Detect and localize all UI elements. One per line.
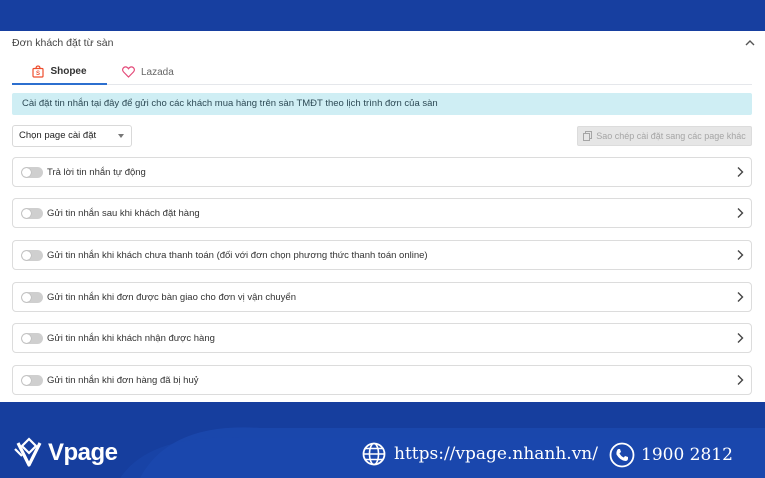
page-select-dropdown[interactable]: Chọn page cài đặt xyxy=(12,125,132,147)
chevron-right-icon[interactable] xyxy=(736,332,744,344)
info-banner: Cài đặt tin nhắn tại đây để gửi cho các … xyxy=(12,93,752,115)
chevron-right-icon[interactable] xyxy=(736,374,744,386)
chevron-right-icon[interactable] xyxy=(736,207,744,219)
vpage-brand: Vpage xyxy=(14,437,118,469)
section-title: Đơn khách đặt từ sàn xyxy=(12,37,114,49)
svg-text:S: S xyxy=(36,71,40,77)
toggle-knob xyxy=(22,293,31,302)
copy-settings-button[interactable]: Sao chép cài đặt sang các page khác xyxy=(577,126,752,146)
website-link[interactable]: https://vpage.nhanh.vn/ xyxy=(362,442,598,466)
toggle-knob xyxy=(22,251,31,260)
setting-label: Gửi tin nhắn khi khách nhận được hàng xyxy=(47,333,215,344)
setting-row-after-order[interactable]: Gửi tin nhắn sau khi khách đặt hàng xyxy=(12,198,752,228)
toggle-knob xyxy=(22,209,31,218)
tab-lazada[interactable]: Lazada xyxy=(122,59,192,85)
section-header[interactable]: Đơn khách đặt từ sàn xyxy=(12,36,757,54)
tab-shopee[interactable]: S Shopee xyxy=(12,59,107,85)
toggle-switch[interactable] xyxy=(21,375,43,386)
brand-name: Vpage xyxy=(48,439,118,466)
vpage-logo-icon xyxy=(14,437,42,467)
chevron-right-icon[interactable] xyxy=(736,291,744,303)
copy-settings-label: Sao chép cài đặt sang các page khác xyxy=(596,131,746,141)
settings-panel: Đơn khách đặt từ sàn S Shopee Lazada Cài… xyxy=(0,31,765,402)
toggle-switch[interactable] xyxy=(21,250,43,261)
setting-label: Gửi tin nhắn sau khi khách đặt hàng xyxy=(47,208,200,219)
setting-row-auto-reply[interactable]: Trả lời tin nhắn tự động xyxy=(12,157,752,187)
toggle-knob xyxy=(22,168,31,177)
setting-label: Gửi tin nhắn khi đơn được bàn giao cho đ… xyxy=(47,292,296,303)
setting-row-delivered[interactable]: Gửi tin nhắn khi khách nhận được hàng xyxy=(12,323,752,353)
tab-lazada-label: Lazada xyxy=(141,66,174,78)
caret-down-icon xyxy=(118,134,124,138)
hotline[interactable]: 1900 2812 xyxy=(609,442,733,468)
chevron-up-icon[interactable] xyxy=(743,36,757,50)
top-brand-band xyxy=(0,0,765,31)
setting-label: Gửi tin nhắn khi khách chưa thanh toán (… xyxy=(47,250,428,261)
setting-row-cancelled[interactable]: Gửi tin nhắn khi đơn hàng đã bị huỷ xyxy=(12,365,752,395)
marketplace-tabs: S Shopee Lazada xyxy=(12,59,752,85)
toggle-knob xyxy=(22,334,31,343)
toggle-switch[interactable] xyxy=(21,333,43,344)
phone-number: 1900 2812 xyxy=(641,445,733,465)
website-url: https://vpage.nhanh.vn/ xyxy=(394,444,598,464)
setting-row-unpaid[interactable]: Gửi tin nhắn khi khách chưa thanh toán (… xyxy=(12,240,752,270)
setting-label: Trả lời tin nhắn tự động xyxy=(47,167,146,178)
toggle-switch[interactable] xyxy=(21,292,43,303)
toggle-switch[interactable] xyxy=(21,167,43,178)
setting-label: Gửi tin nhắn khi đơn hàng đã bị huỷ xyxy=(47,375,199,386)
shopee-bag-icon: S xyxy=(32,64,45,78)
toggle-switch[interactable] xyxy=(21,208,43,219)
chevron-right-icon[interactable] xyxy=(736,249,744,261)
copy-icon xyxy=(583,131,593,141)
tab-shopee-label: Shopee xyxy=(50,65,87,77)
toggle-knob xyxy=(22,376,31,385)
footer-banner: Vpage https://vpage.nhanh.vn/ 1900 2812 xyxy=(0,402,765,478)
globe-icon xyxy=(362,442,386,466)
chevron-right-icon[interactable] xyxy=(736,166,744,178)
phone-icon xyxy=(609,442,635,468)
lazada-heart-icon xyxy=(122,66,135,78)
setting-row-handover-carrier[interactable]: Gửi tin nhắn khi đơn được bàn giao cho đ… xyxy=(12,282,752,312)
page-select-value: Chọn page cài đặt xyxy=(19,130,97,141)
